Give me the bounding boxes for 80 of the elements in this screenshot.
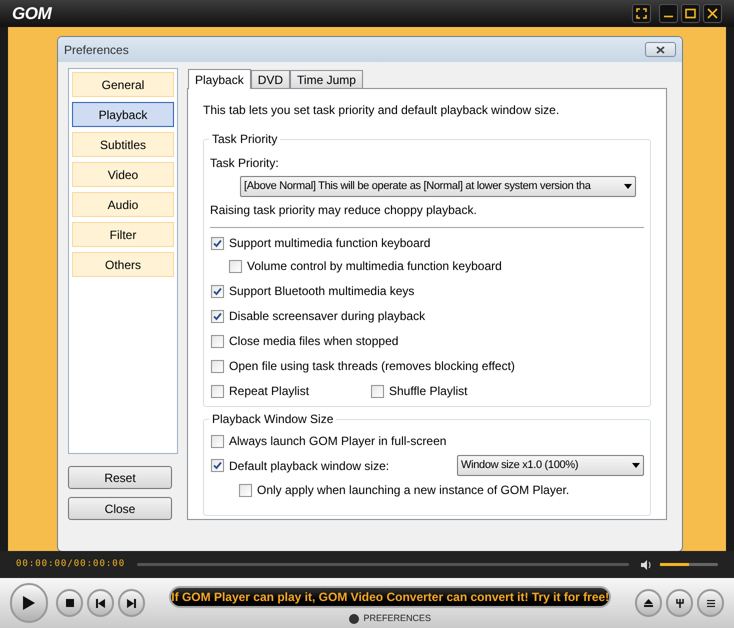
checkmark-icon	[213, 286, 222, 296]
stop-icon	[66, 599, 74, 607]
checkbox[interactable]	[211, 284, 224, 298]
fullscreen-icon	[636, 8, 647, 19]
checkbox[interactable]	[211, 434, 224, 448]
checkbox[interactable]	[211, 236, 224, 250]
description-text: This tab lets you set task priority and default playback window size.	[203, 102, 560, 119]
speaker-icon	[641, 560, 652, 570]
checkmark-icon	[213, 238, 222, 248]
ticker-text: If GOM Player can play it, GOM Video Converter can convert it! Try it for free!	[171, 589, 610, 606]
menu-icon	[706, 600, 715, 606]
category-item[interactable]: Video	[72, 162, 174, 187]
checkbox[interactable]	[211, 384, 224, 398]
checkbox-label: Repeat Playlist	[229, 383, 310, 400]
stop-button[interactable]	[56, 589, 84, 617]
previous-icon	[96, 598, 106, 608]
maximize-icon	[685, 8, 696, 19]
dropdown-value: Window size x1.0 (100%)	[461, 458, 580, 474]
category-item[interactable]: Others	[72, 252, 174, 277]
dropdown-value: [Above Normal] This will be operate as [Normal] at lower system version tha	[244, 179, 592, 194]
checkbox-label: Only apply when launching a new instance of GOM Player.	[257, 482, 570, 499]
close-button[interactable]	[645, 42, 676, 57]
previous-button[interactable]	[87, 589, 114, 617]
category-item[interactable]: General	[72, 72, 174, 97]
time-display: 00:00:00/00:00:00	[16, 558, 126, 571]
checkbox-label: Volume control by multimedia function keyboard	[247, 258, 502, 275]
checkbox-label: Close media files when stopped	[229, 333, 398, 350]
next-icon	[127, 598, 136, 608]
checkbox[interactable]	[211, 459, 224, 472]
close-button[interactable]	[703, 4, 722, 23]
checkbox[interactable]	[371, 384, 384, 398]
group-legend: Task Priority	[209, 132, 280, 146]
menu-button[interactable]	[697, 589, 724, 617]
group-legend: Playback Window Size	[209, 412, 336, 426]
close-icon	[656, 46, 665, 54]
category-item[interactable]: Playback	[72, 102, 174, 127]
checkbox[interactable]	[211, 310, 224, 322]
checkbox-label: Open file using task threads (removes blocking effect)	[229, 358, 515, 375]
checkbox-label: Default playback window size:	[229, 458, 390, 474]
checkbox-label: Shuffle Playlist	[389, 383, 468, 400]
volume-slider[interactable]	[660, 563, 718, 566]
category-item[interactable]: Filter	[72, 222, 174, 247]
eject-button[interactable]	[635, 589, 662, 617]
dialog-title: Preferences	[64, 42, 129, 58]
checkbox[interactable]	[211, 360, 224, 372]
checkbox-label: Disable screensaver during playback	[229, 308, 426, 325]
checkbox-label: Always launch GOM Player in full-screen	[229, 433, 446, 450]
category-item[interactable]: Subtitles	[72, 132, 174, 157]
tab[interactable]: DVD	[250, 70, 290, 88]
checkbox-label: Support Bluetooth multimedia keys	[229, 283, 414, 300]
minimize-icon	[663, 15, 674, 18]
checkbox[interactable]	[211, 334, 224, 348]
status-text: PREFERENCES	[363, 612, 431, 626]
hint-text: Raising task priority may reduce choppy playback.	[210, 202, 478, 219]
caret-icon	[624, 184, 632, 189]
dropdown[interactable]: Window size x1.0 (100%)	[457, 455, 644, 476]
minimize-button[interactable]	[659, 4, 678, 23]
eject-icon	[644, 599, 654, 607]
next-button[interactable]	[118, 589, 146, 617]
field-label: Task Priority:	[210, 155, 280, 172]
checkbox-label: Support multimedia function keyboard	[229, 235, 430, 252]
trident-icon	[676, 598, 684, 608]
maximize-button[interactable]	[681, 4, 700, 23]
checkbox[interactable]	[229, 260, 242, 272]
tab[interactable]: Time Jump	[290, 70, 363, 88]
checkbox[interactable]	[239, 484, 252, 496]
checkmark-icon	[213, 312, 222, 320]
checkmark-icon	[213, 461, 222, 470]
dropdown[interactable]: [Above Normal] This will be operate as [Normal] at lower system version tha	[240, 176, 636, 197]
fullscreen-button[interactable]	[632, 4, 651, 23]
tab[interactable]: Playback	[188, 69, 251, 89]
play-button[interactable]	[10, 583, 48, 623]
close-icon	[707, 8, 718, 19]
category-item[interactable]: Audio	[72, 192, 174, 217]
dialog-button[interactable]: Close	[68, 497, 172, 520]
equalizer-button[interactable]	[666, 589, 694, 617]
play-icon	[23, 596, 36, 610]
caret-icon	[632, 463, 640, 468]
app-logo: GOM	[12, 2, 52, 25]
dialog-button[interactable]: Reset	[68, 466, 172, 489]
